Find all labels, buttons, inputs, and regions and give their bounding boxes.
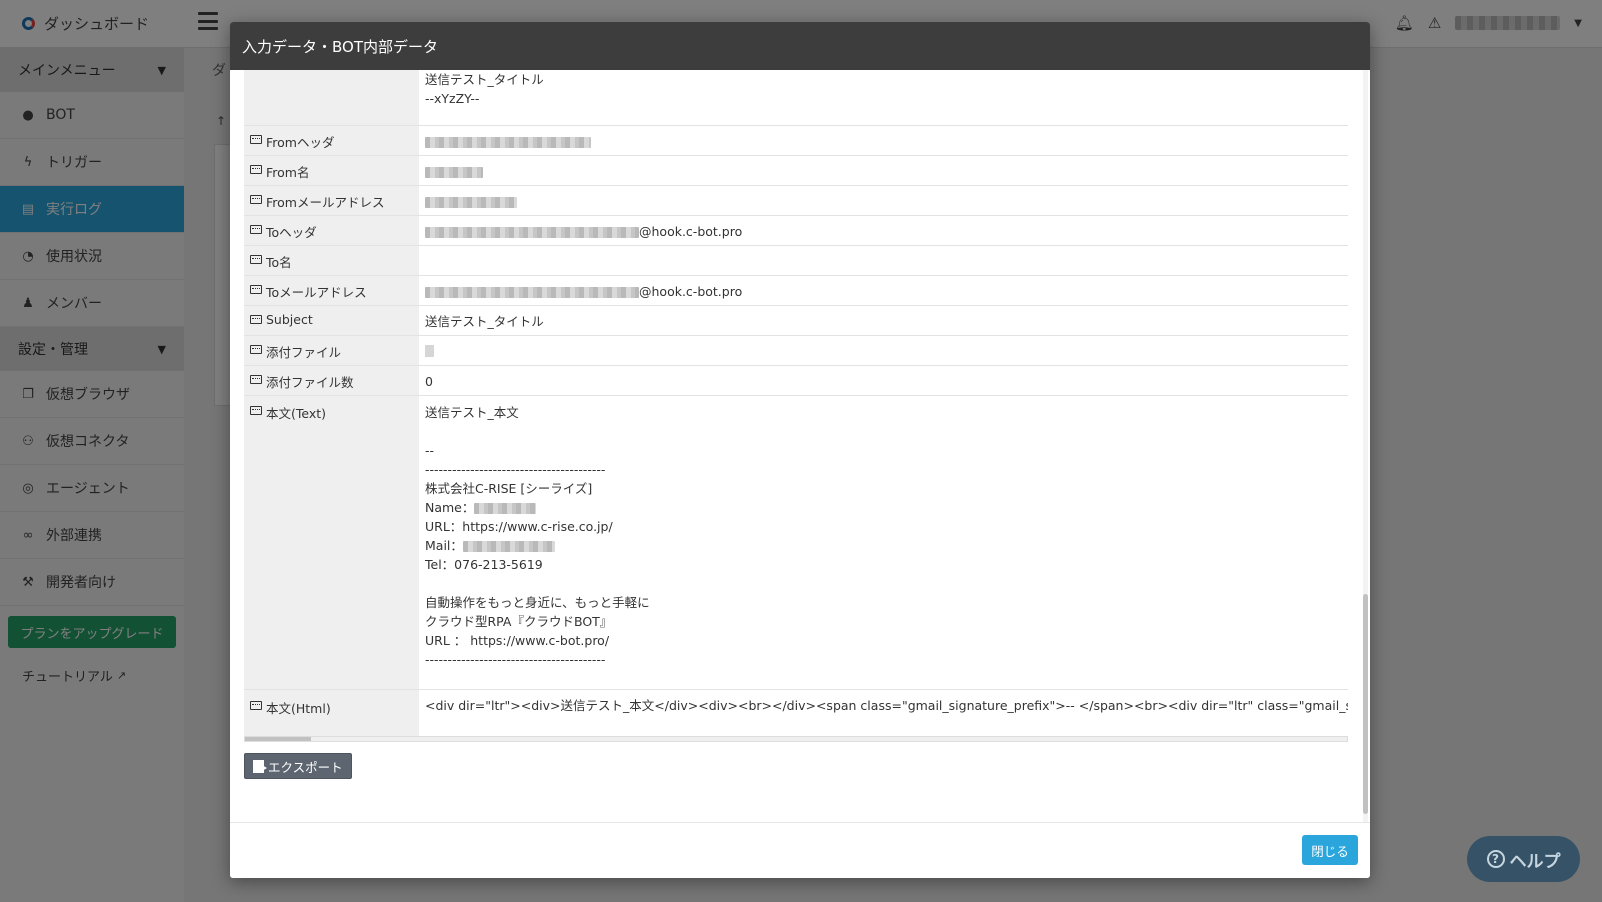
redacted-text (425, 197, 517, 208)
keyboard-icon (250, 165, 262, 174)
table-row: 送信テスト_タイトル --xYzZY-- (244, 70, 1348, 126)
cell-value: 送信テスト_タイトル (425, 314, 544, 329)
table-row: Fromヘッダ (244, 126, 1348, 156)
keyboard-icon (250, 285, 262, 294)
table-row: 本文(Text) 送信テスト_本文 -- -------------------… (244, 396, 1348, 690)
keyboard-icon (250, 701, 262, 710)
help-button[interactable]: ? ヘルプ (1467, 836, 1580, 882)
cell-value: 送信テスト_本文 -- ----------------------------… (425, 405, 650, 667)
modal-body: 送信テスト_タイトル --xYzZY-- Fromヘッダ From名 Fromメ… (230, 70, 1370, 822)
cell-value (419, 336, 1348, 365)
redacted-text (425, 227, 639, 238)
table-row: To名 (244, 246, 1348, 276)
redacted-text (425, 137, 591, 148)
data-modal: 入力データ・BOT内部データ 送信テスト_タイトル --xYzZY-- From… (230, 22, 1370, 878)
keyboard-icon (250, 315, 262, 324)
file-export-icon (253, 759, 267, 773)
table-row: Subject 送信テスト_タイトル (244, 306, 1348, 336)
keyboard-icon (250, 225, 262, 234)
table-row: 本文(Html) <div dir="ltr"><div>送信テスト_本文</d… (244, 690, 1348, 738)
redacted-text (462, 541, 555, 552)
keyboard-icon (250, 135, 262, 144)
table-row: Fromメールアドレス (244, 186, 1348, 216)
keyboard-icon (250, 345, 262, 354)
modal-footer: 閉じる (230, 822, 1370, 878)
cell-value (419, 186, 1348, 215)
cell-value (419, 156, 1348, 185)
cell-value (419, 246, 1348, 275)
table-row: From名 (244, 156, 1348, 186)
keyboard-icon (250, 406, 262, 415)
table-row: Toヘッダ @hook.c-bot.pro (244, 216, 1348, 246)
cell-value: @hook.c-bot.pro (419, 216, 1348, 245)
redacted-text (425, 167, 483, 178)
vertical-scrollbar[interactable] (1363, 70, 1368, 822)
export-button[interactable]: エクスポート (244, 753, 352, 779)
cell-value: <div dir="ltr"><div>送信テスト_本文</div><div><… (425, 698, 1348, 713)
cell-value: 送信テスト_タイトル --xYzZY-- (425, 72, 544, 106)
keyboard-icon (250, 255, 262, 264)
cell-value: @hook.c-bot.pro (419, 276, 1348, 305)
redacted-text (425, 287, 639, 298)
cell-value (419, 126, 1348, 155)
file-icon[interactable] (425, 345, 434, 357)
keyboard-icon (250, 375, 262, 384)
modal-title: 入力データ・BOT内部データ (230, 22, 1370, 70)
cell-value: 0 (425, 374, 433, 389)
keyboard-icon (250, 195, 262, 204)
table-row: Toメールアドレス @hook.c-bot.pro (244, 276, 1348, 306)
table-row: 添付ファイル (244, 336, 1348, 366)
table-row: 添付ファイル数 0 (244, 366, 1348, 396)
horizontal-scrollbar[interactable] (244, 736, 1348, 742)
key-value-table: 送信テスト_タイトル --xYzZY-- Fromヘッダ From名 Fromメ… (244, 70, 1348, 738)
question-icon: ? (1486, 850, 1505, 868)
redacted-text (474, 503, 537, 514)
close-button[interactable]: 閉じる (1302, 835, 1358, 865)
